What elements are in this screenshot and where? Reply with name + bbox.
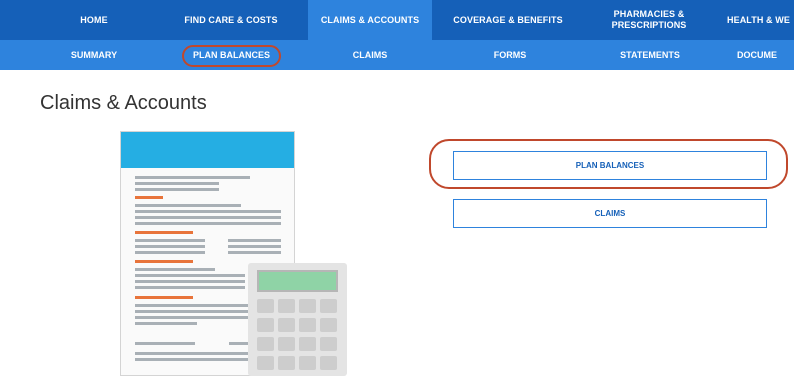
subnav-claims-label: CLAIMS — [352, 50, 388, 60]
subnav-forms-label: FORMS — [493, 50, 527, 60]
nav-home-label: HOME — [80, 14, 108, 25]
calculator-key — [320, 318, 337, 332]
calculator-key — [299, 337, 316, 351]
doc-line — [135, 239, 205, 242]
calculator-screen — [257, 270, 338, 292]
calculator-key — [257, 318, 274, 332]
claims-button[interactable]: CLAIMS — [453, 199, 767, 228]
calculator-key — [299, 356, 316, 370]
highlight-circle-plan-balances — [429, 139, 788, 189]
doc-line-accent — [135, 196, 163, 199]
nav-health-label: HEALTH & WE — [727, 14, 790, 25]
nav-home[interactable]: HOME — [52, 0, 136, 40]
doc-line — [135, 216, 281, 219]
doc-line — [135, 268, 215, 271]
calculator-key — [257, 337, 274, 351]
doc-line — [135, 210, 281, 213]
doc-line — [135, 204, 241, 207]
doc-line — [135, 245, 205, 248]
doc-line — [135, 176, 250, 179]
doc-line — [135, 322, 197, 325]
doc-line — [135, 251, 205, 254]
nav-health-wellness[interactable]: HEALTH & WE — [727, 0, 794, 40]
subnav-summary-label: SUMMARY — [70, 50, 118, 60]
doc-line — [135, 222, 281, 225]
calculator-illustration — [248, 263, 347, 376]
calculator-key — [278, 318, 295, 332]
calculator-key — [257, 356, 274, 370]
doc-line — [135, 182, 219, 185]
nav-claims-accounts-label: CLAIMS & ACCOUNTS — [320, 14, 420, 25]
subnav-summary[interactable]: SUMMARY — [52, 40, 136, 70]
nav-pharmacies-label: PHARMACIES & PRESCRIPTIONS — [611, 9, 687, 30]
doc-line — [135, 286, 245, 289]
secondary-nav: SUMMARY PLAN BALANCES CLAIMS FORMS STATE… — [0, 40, 794, 70]
subnav-statements[interactable]: STATEMENTS — [600, 40, 700, 70]
doc-line — [135, 280, 245, 283]
primary-nav: HOME FIND CARE & COSTS CLAIMS & ACCOUNTS… — [0, 0, 794, 40]
claims-button-label: CLAIMS — [594, 209, 626, 218]
document-header-band — [121, 132, 294, 168]
nav-coverage-benefits[interactable]: COVERAGE & BENEFITS — [444, 0, 572, 40]
calculator-key — [320, 337, 337, 351]
nav-coverage-label: COVERAGE & BENEFITS — [453, 14, 563, 25]
nav-pharmacies-prescriptions[interactable]: PHARMACIES & PRESCRIPTIONS — [598, 0, 700, 40]
doc-line — [135, 274, 245, 277]
subnav-forms[interactable]: FORMS — [470, 40, 550, 70]
doc-line — [135, 188, 219, 191]
subnav-documents-label: DOCUME — [737, 50, 777, 60]
doc-line-accent — [135, 296, 193, 299]
subnav-statements-label: STATEMENTS — [620, 50, 680, 60]
calculator-key — [278, 356, 295, 370]
doc-line — [135, 342, 195, 345]
subnav-documents[interactable]: DOCUME — [737, 40, 794, 70]
nav-claims-accounts[interactable]: CLAIMS & ACCOUNTS — [308, 0, 432, 40]
doc-line-accent — [135, 260, 193, 263]
calculator-key — [257, 299, 274, 313]
page-title: Claims & Accounts — [40, 92, 207, 114]
doc-line — [228, 251, 281, 254]
doc-line — [228, 245, 281, 248]
highlight-circle-nav — [182, 45, 281, 67]
nav-find-care-label: FIND CARE & COSTS — [184, 14, 278, 25]
calculator-key — [320, 299, 337, 313]
nav-find-care-costs[interactable]: FIND CARE & COSTS — [172, 0, 290, 40]
calculator-key — [278, 337, 295, 351]
doc-line-accent — [135, 231, 193, 234]
calculator-key — [299, 299, 316, 313]
subnav-claims[interactable]: CLAIMS — [330, 40, 410, 70]
calculator-key — [299, 318, 316, 332]
calculator-key — [320, 356, 337, 370]
calculator-key — [278, 299, 295, 313]
doc-line — [228, 239, 281, 242]
